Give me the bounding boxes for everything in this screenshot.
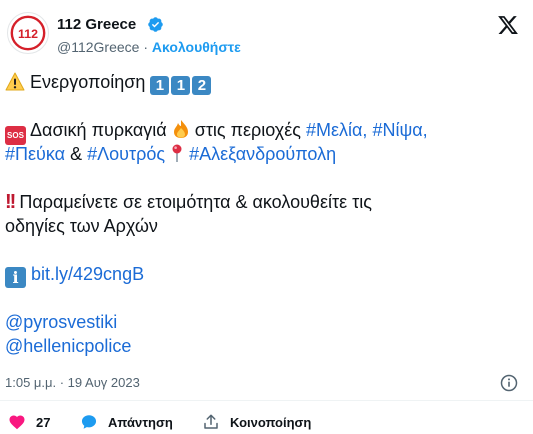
forest-fire-text: Δασική πυρκαγιά [30, 120, 167, 140]
hashtag-alexandroupoli[interactable]: #Αλεξανδρούπολη [189, 144, 336, 164]
post-body: Ενεργοποίηση 112 SOS Δασική πυρκαγιά στι… [5, 70, 525, 358]
mention-hellenicpolice[interactable]: @hellenicpolice [5, 336, 131, 356]
share-upload-icon [204, 414, 218, 429]
keycap-digit-icon: 1 [171, 76, 191, 95]
share-label: Κοινοποίηση [230, 414, 312, 430]
hashtag-loutros[interactable]: #Λουτρός [87, 144, 165, 164]
separator-dot: · [143, 39, 149, 55]
post-actions: 27 Απάντηση Κοινοποίηση [0, 412, 533, 432]
post-timestamp[interactable]: 1:05 μ.μ. · 19 Αυγ 2023 [5, 374, 140, 392]
avatar[interactable]: 112 [7, 12, 49, 54]
warning-icon [5, 72, 25, 91]
author-name[interactable]: 112 Greece [57, 16, 136, 34]
hashtag-melia[interactable]: #Μελία, [306, 120, 367, 140]
post-line-8: @hellenicpolice [5, 334, 525, 358]
stay-ready-text: Παραμείνετε σε ετοιμότητα & ακολουθείτε … [19, 192, 372, 212]
in-areas-text: στις περιοχές [194, 120, 301, 140]
hashtag-peuka[interactable]: #Πεύκα [5, 144, 65, 164]
heart-icon [9, 415, 25, 430]
divider [0, 400, 533, 401]
post-line-4: !! Παραμείνετε σε ετοιμότητα & ακολουθεί… [5, 190, 525, 214]
information-icon: i [5, 267, 26, 288]
post-line-7: @pyrosvestiki [5, 310, 525, 334]
author-handle[interactable]: @112Greece [57, 39, 139, 55]
avatar-text: 112 [18, 27, 38, 41]
info-circle-icon[interactable] [500, 374, 518, 392]
like-count: 27 [36, 414, 51, 430]
keycap-digit-icon: 2 [192, 76, 212, 95]
instructions-text: οδηγίες των Αρχών [5, 216, 158, 236]
post-line-3: #Πεύκα & #Λουτρός #Αλεξανδρούπολη [5, 142, 525, 166]
like-button[interactable]: 27 [8, 412, 50, 432]
hashtag-nipsa[interactable]: #Νίψα, [372, 120, 427, 140]
post-header: 112 112 Greece @112Greece · Ακολουθήστε [0, 0, 533, 64]
post-line-2: SOS Δασική πυρκαγιά στις περιοχές #Μελία… [5, 118, 525, 145]
share-button[interactable]: Κοινοποίηση [202, 412, 311, 432]
ampersand-text: & [70, 144, 83, 164]
activation-text: Ενεργοποίηση [30, 72, 146, 92]
post-line-5: οδηγίες των Αρχών [5, 214, 525, 238]
post-line-1: Ενεργοποίηση 112 [5, 70, 525, 95]
post-line-6: i bit.ly/429cngB [5, 262, 525, 288]
reply-button[interactable]: Απάντηση [80, 412, 173, 432]
reply-label: Απάντηση [108, 414, 173, 430]
handle-row: @112Greece · Ακολουθήστε [57, 38, 241, 56]
keycap-digit-icon: 1 [150, 76, 170, 95]
fire-icon [173, 120, 188, 138]
follow-button[interactable]: Ακολουθήστε [152, 39, 241, 55]
speech-bubble-icon [81, 415, 97, 429]
double-exclamation-icon: !! [5, 191, 16, 213]
verified-badge-icon [148, 17, 163, 32]
round-pushpin-icon [172, 144, 182, 162]
mention-pyrosvestiki[interactable]: @pyrosvestiki [5, 312, 117, 332]
x-logo-icon[interactable] [497, 14, 519, 36]
short-link[interactable]: bit.ly/429cngB [31, 264, 144, 284]
